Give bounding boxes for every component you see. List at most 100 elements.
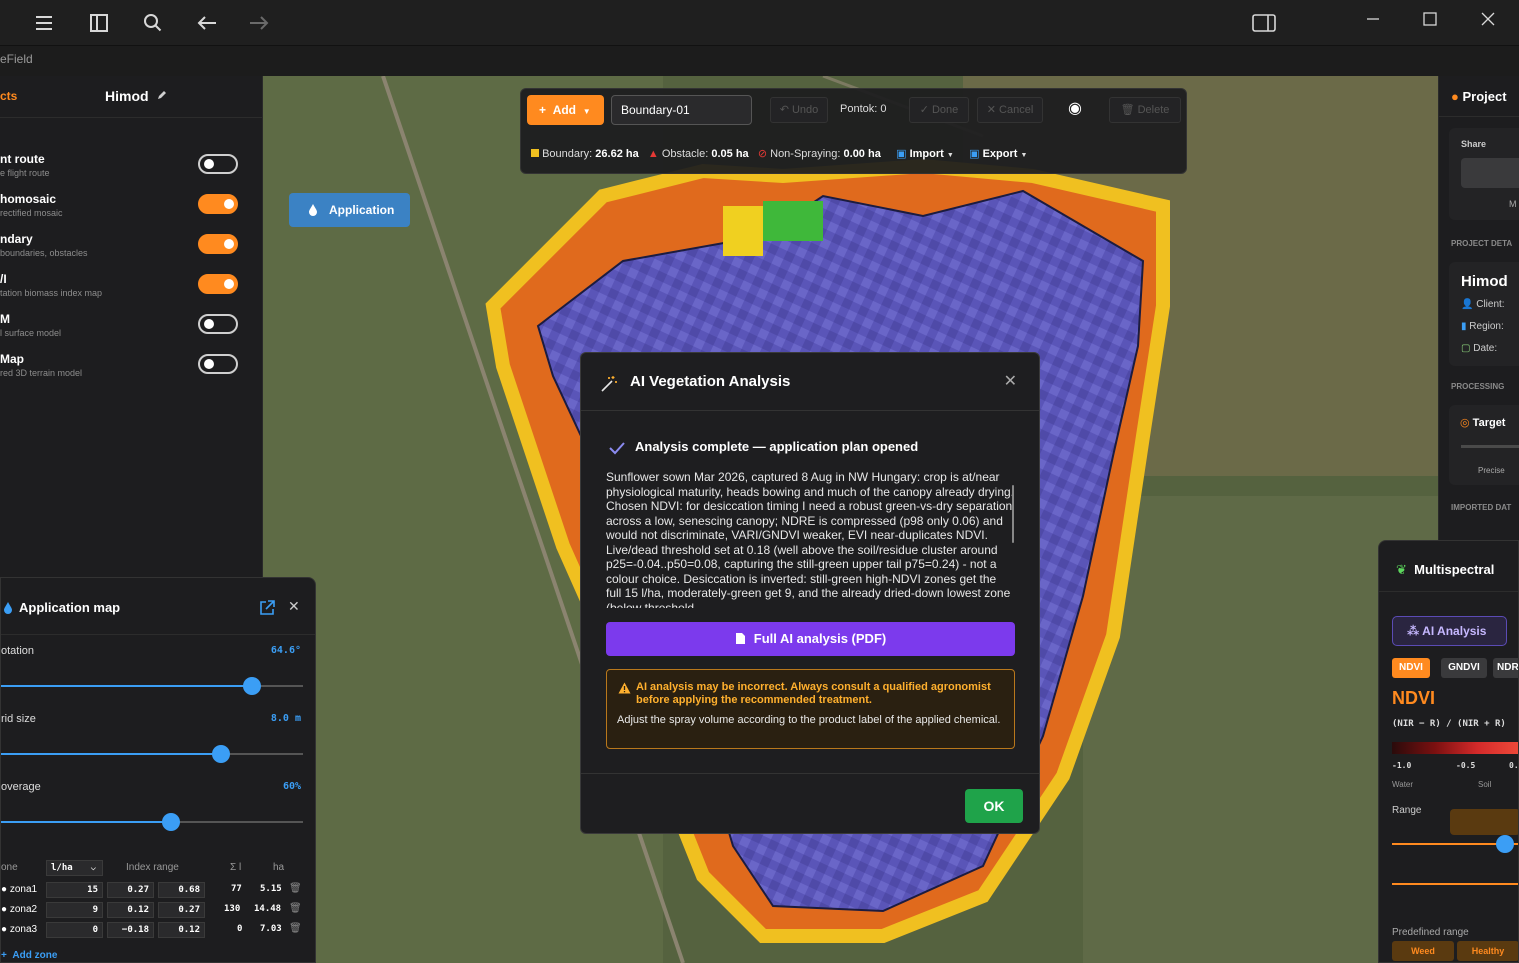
cancel-label: Cancel bbox=[999, 104, 1034, 116]
zone-name: ● zona1 bbox=[1, 884, 38, 895]
split-view-icon[interactable] bbox=[1252, 12, 1276, 36]
precise-label: Precise bbox=[1478, 466, 1505, 475]
area-stats: Boundary: 26.62 ha ▲ Obstacle: 0.05 ha ⊘… bbox=[531, 147, 1027, 160]
range-slider[interactable] bbox=[1392, 835, 1518, 853]
tab-gndvi[interactable]: GNDVI bbox=[1441, 658, 1487, 678]
layer-title: M bbox=[0, 312, 10, 326]
coverage-slider[interactable] bbox=[1, 813, 303, 831]
obstacle-stat-label: Obstacle: bbox=[661, 148, 709, 160]
preset-weed-button[interactable]: Weed bbox=[1392, 941, 1454, 961]
multispectral-panel: ❦ Multispectral ⁂ AI Analysis NDVI GNDVI… bbox=[1378, 540, 1519, 963]
precision-slider[interactable] bbox=[1461, 445, 1519, 448]
ai-analysis-button[interactable]: ⁂ AI Analysis bbox=[1392, 616, 1507, 646]
zone-max-input[interactable]: 0.27 bbox=[158, 902, 205, 918]
share-input[interactable] bbox=[1461, 158, 1519, 188]
grid-size-slider[interactable] bbox=[1, 745, 303, 763]
magic-wand-icon bbox=[601, 376, 617, 392]
summary-scrollbar[interactable] bbox=[1012, 485, 1014, 543]
zone-volume: 77 bbox=[231, 884, 242, 894]
grid-size-slider-fill bbox=[1, 753, 221, 755]
menu-icon[interactable] bbox=[32, 12, 56, 36]
ok-button[interactable]: OK bbox=[965, 789, 1023, 823]
rotation-slider[interactable] bbox=[1, 677, 303, 695]
range-input[interactable] bbox=[1450, 809, 1518, 835]
trash-icon[interactable]: 🗑 bbox=[289, 923, 302, 934]
edit-pencil-icon[interactable] bbox=[156, 89, 168, 101]
points-counter: Pontok: 0 bbox=[840, 103, 887, 115]
zone-max-input[interactable]: 0.68 bbox=[158, 882, 205, 898]
range-slider-secondary[interactable] bbox=[1392, 883, 1518, 885]
import-button[interactable]: Import bbox=[910, 148, 944, 160]
zone-name: ● zona2 bbox=[1, 904, 38, 915]
range-slider-handle[interactable] bbox=[1496, 835, 1514, 853]
minimize-icon[interactable] bbox=[1358, 10, 1388, 36]
boundary-name-input[interactable]: Boundary-01 bbox=[611, 95, 752, 125]
eye-icon[interactable]: ◉ bbox=[1057, 97, 1093, 123]
no-spray-icon: ⊘ bbox=[757, 148, 768, 160]
coverage-slider-handle[interactable] bbox=[162, 813, 180, 831]
grid-size-slider-handle[interactable] bbox=[212, 745, 230, 763]
layer-title: /I bbox=[0, 272, 7, 286]
index-formula: (NIR − R) / (NIR + R) bbox=[1392, 719, 1506, 729]
add-button-label: Add bbox=[552, 103, 577, 117]
trash-icon[interactable]: 🗑 bbox=[289, 883, 302, 894]
sidebar-toggle-icon[interactable] bbox=[87, 12, 111, 36]
tab-ndre[interactable]: NDR bbox=[1493, 658, 1518, 678]
rotation-slider-handle[interactable] bbox=[243, 677, 261, 695]
full-analysis-pdf-button[interactable]: Full AI analysis (PDF) bbox=[606, 622, 1015, 656]
zone-area: 5.15 bbox=[260, 884, 282, 894]
layer-toggle-dsm[interactable] bbox=[198, 314, 238, 334]
zone-min-input[interactable]: −0.18 bbox=[107, 922, 154, 938]
done-button[interactable]: ✓ Done bbox=[909, 97, 969, 123]
warning-icon bbox=[618, 682, 631, 694]
project-name[interactable]: Himod bbox=[105, 88, 168, 104]
tab-projects[interactable]: cts bbox=[0, 89, 17, 103]
search-icon[interactable] bbox=[141, 12, 165, 36]
region-field: ▮ Region: bbox=[1461, 321, 1504, 332]
cancel-button[interactable]: ✕ Cancel bbox=[977, 97, 1043, 123]
dialog-footer: OK bbox=[581, 773, 1039, 833]
warning-box: AI analysis may be incorrect. Always con… bbox=[606, 669, 1015, 749]
external-link-icon[interactable] bbox=[258, 599, 276, 617]
application-button[interactable]: Application bbox=[289, 193, 410, 227]
close-window-icon[interactable] bbox=[1473, 10, 1503, 36]
add-button[interactable]: + Add ▼ bbox=[527, 95, 604, 125]
close-icon[interactable]: ✕ bbox=[288, 598, 300, 615]
zone-rate-input[interactable]: 9 bbox=[46, 902, 103, 918]
nonspray-stat-label: Non-Spraying: bbox=[770, 148, 841, 160]
trash-icon[interactable]: 🗑 bbox=[289, 903, 302, 914]
undo-label: Undo bbox=[791, 104, 819, 116]
zone-min-input[interactable]: 0.12 bbox=[107, 902, 154, 918]
layer-title: homosaic bbox=[0, 192, 57, 206]
zone-min-input[interactable]: 0.27 bbox=[107, 882, 154, 898]
zone-rate-input[interactable]: 15 bbox=[46, 882, 103, 898]
forward-arrow-icon[interactable] bbox=[247, 12, 271, 36]
rotation-slider-fill bbox=[1, 685, 252, 687]
chevron-down-icon: ▼ bbox=[1020, 152, 1028, 159]
layer-title: ndary bbox=[0, 232, 33, 246]
divider bbox=[1439, 116, 1519, 117]
tab-ndvi[interactable]: NDVI bbox=[1392, 658, 1430, 678]
layer-toggle-flight-route[interactable] bbox=[198, 154, 238, 174]
boundary-stat-label: Boundary: bbox=[542, 148, 593, 160]
zone-max-input[interactable]: 0.12 bbox=[158, 922, 205, 938]
droplet-icon bbox=[309, 204, 317, 216]
back-arrow-icon[interactable] bbox=[195, 12, 219, 36]
rotation-label: otation bbox=[1, 645, 35, 657]
layer-toggle-boundary[interactable] bbox=[198, 234, 238, 254]
coverage-slider-fill bbox=[1, 821, 171, 823]
export-button[interactable]: Export bbox=[983, 148, 1018, 160]
unit-select[interactable]: l/ha ⌵ bbox=[46, 860, 103, 876]
undo-button[interactable]: ↶ Undo bbox=[770, 97, 828, 123]
preset-healthy-button[interactable]: Healthy bbox=[1457, 941, 1518, 961]
zone-rate-input[interactable]: 0 bbox=[46, 922, 103, 938]
add-zone-button[interactable]: + Add zone bbox=[1, 950, 57, 961]
layer-toggle-orthomosaic[interactable] bbox=[198, 194, 238, 214]
layer-toggle-ndvi[interactable] bbox=[198, 274, 238, 294]
layer-toggle-3d-map[interactable] bbox=[198, 354, 238, 374]
delete-button[interactable]: 🗑 Delete bbox=[1109, 97, 1181, 123]
maximize-icon[interactable] bbox=[1415, 10, 1445, 36]
grid-size-label: rid size bbox=[1, 713, 36, 725]
close-icon[interactable]: ✕ bbox=[1004, 371, 1017, 391]
index-range-header: Index range bbox=[126, 862, 179, 873]
